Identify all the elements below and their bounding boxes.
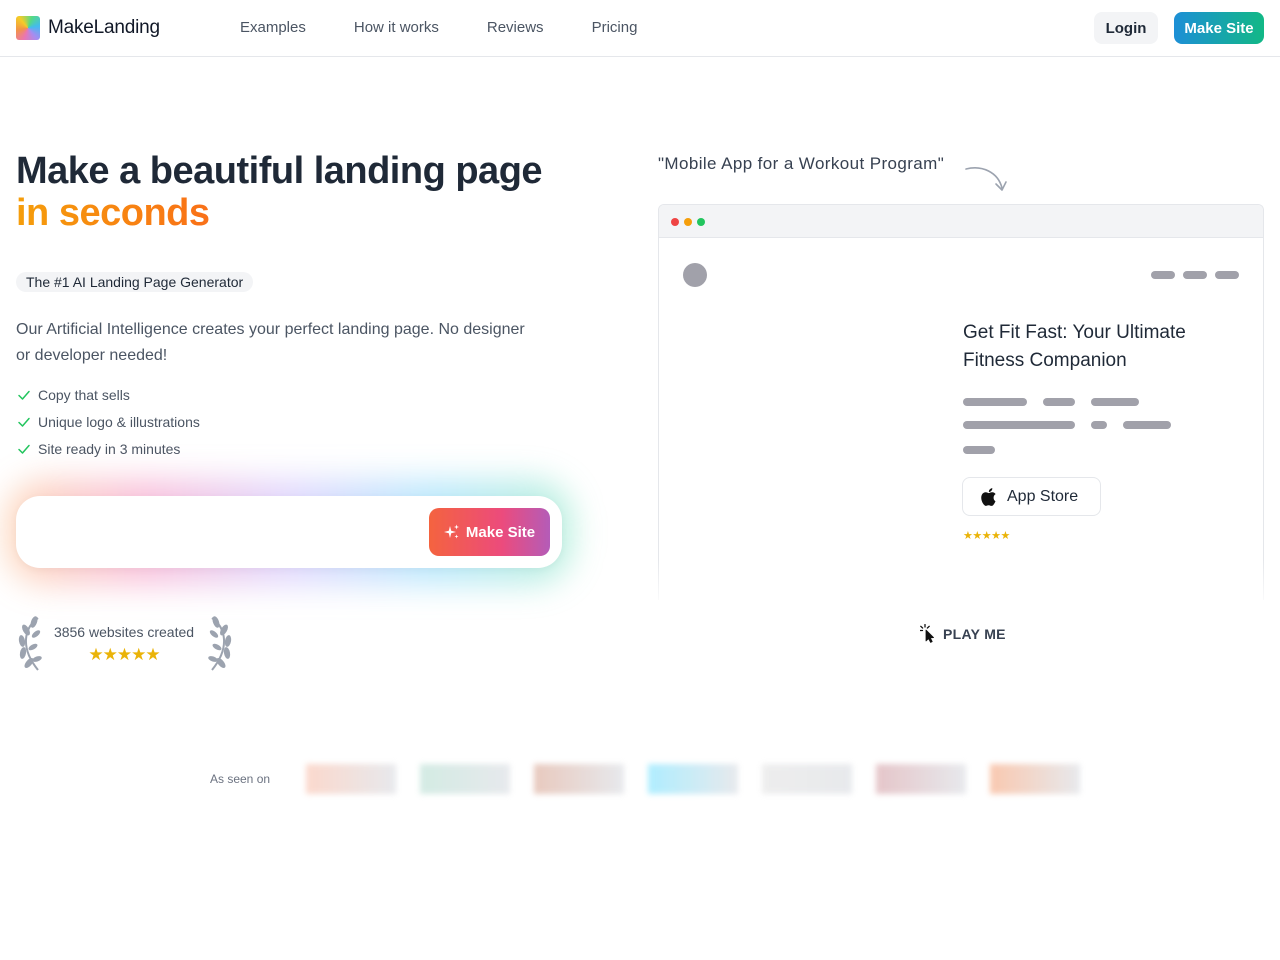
- prompt-card: Make Site: [16, 496, 562, 568]
- browser-fade: [650, 560, 1272, 610]
- mock-text-bar: [1043, 398, 1075, 406]
- as-seen-on-label: As seen on: [210, 772, 271, 786]
- window-minimize-dot: [684, 218, 692, 226]
- feature-item: Copy that sells: [16, 381, 200, 408]
- demo-prompt: "Mobile App for a Workout Program": [658, 154, 945, 173]
- press-logo: [420, 764, 510, 794]
- tag-pill: The #1 AI Landing Page Generator: [16, 272, 254, 292]
- prompt-input[interactable]: [36, 516, 416, 548]
- make-site-label: Make Site: [465, 523, 536, 541]
- feature-item: Site ready in 3 minutes: [16, 435, 200, 462]
- feature-item: Unique logo & illustrations: [16, 408, 200, 435]
- browser-mockup: Get Fit Fast: Your Ultimate Fitness Comp…: [658, 204, 1264, 600]
- main-nav: Examples How it works Reviews Pricing: [240, 19, 685, 36]
- hero-title: Make a beautiful landing page in seconds: [16, 150, 616, 234]
- nav-pricing[interactable]: Pricing: [592, 19, 638, 36]
- browser-toolbar: [659, 205, 1263, 238]
- feature-list: Copy that sells Unique logo & illustrati…: [16, 381, 200, 462]
- app-store-button[interactable]: App Store: [962, 477, 1101, 516]
- mock-rating-stars: ★★★★★: [963, 530, 1010, 542]
- brand-name: MakeLanding: [48, 17, 160, 38]
- check-icon: [18, 444, 30, 454]
- mock-nav-bar: [1215, 271, 1239, 279]
- mock-text-bar: [963, 421, 1075, 429]
- header-make-site-button[interactable]: Make Site: [1174, 12, 1264, 44]
- press-logo: [876, 764, 966, 794]
- feature-label: Site ready in 3 minutes: [38, 440, 181, 457]
- apple-icon: [981, 487, 996, 506]
- make-site-button[interactable]: Make Site: [429, 508, 550, 556]
- check-icon: [18, 390, 30, 400]
- site-header: MakeLanding Examples How it works Review…: [0, 0, 1280, 57]
- websites-created-count: 3856 websites created: [53, 624, 195, 640]
- feature-label: Copy that sells: [38, 386, 130, 403]
- window-maximize-dot: [697, 218, 705, 226]
- feature-label: Unique logo & illustrations: [38, 413, 200, 430]
- sparkles-icon: [443, 524, 459, 539]
- rating-stars: ★★★★★: [88, 645, 160, 664]
- mock-text-bar: [963, 446, 995, 454]
- press-logo: [990, 764, 1080, 794]
- mock-nav-bar: [1183, 271, 1207, 279]
- cursor-click-icon: [920, 624, 934, 643]
- press-logo: [534, 764, 624, 794]
- brand-logo[interactable]: MakeLanding: [16, 16, 160, 40]
- nav-examples[interactable]: Examples: [240, 19, 306, 36]
- mock-text-bar: [963, 398, 1027, 406]
- hero-title-line1: Make a beautiful landing page: [16, 150, 543, 192]
- curved-arrow-icon: [965, 167, 1007, 191]
- hero-description: Our Artificial Intelligence creates your…: [16, 321, 525, 364]
- play-me-button[interactable]: PLAY ME: [920, 624, 1006, 643]
- login-button[interactable]: Login: [1094, 12, 1158, 44]
- app-store-label: App Store: [1007, 487, 1079, 505]
- press-logo: [648, 764, 738, 794]
- mock-logo-placeholder: [683, 263, 707, 287]
- mock-nav-bar: [1151, 271, 1175, 279]
- mock-text-bar: [1091, 421, 1107, 429]
- logo-icon: [16, 16, 40, 40]
- nav-reviews[interactable]: Reviews: [487, 19, 544, 36]
- mock-text-bar: [1091, 398, 1139, 406]
- hero-title-line2: in seconds: [16, 192, 616, 234]
- press-logo: [306, 764, 396, 794]
- mock-text-bar: [1123, 421, 1171, 429]
- press-logo: [762, 764, 852, 794]
- check-icon: [18, 417, 30, 427]
- social-proof: 3856 websites created ★★★★★: [16, 614, 234, 674]
- nav-how-it-works[interactable]: How it works: [354, 19, 439, 36]
- window-close-dot: [671, 218, 679, 226]
- mock-headline: Get Fit Fast: Your Ultimate Fitness Comp…: [963, 322, 1186, 371]
- play-me-label: PLAY ME: [943, 625, 1006, 642]
